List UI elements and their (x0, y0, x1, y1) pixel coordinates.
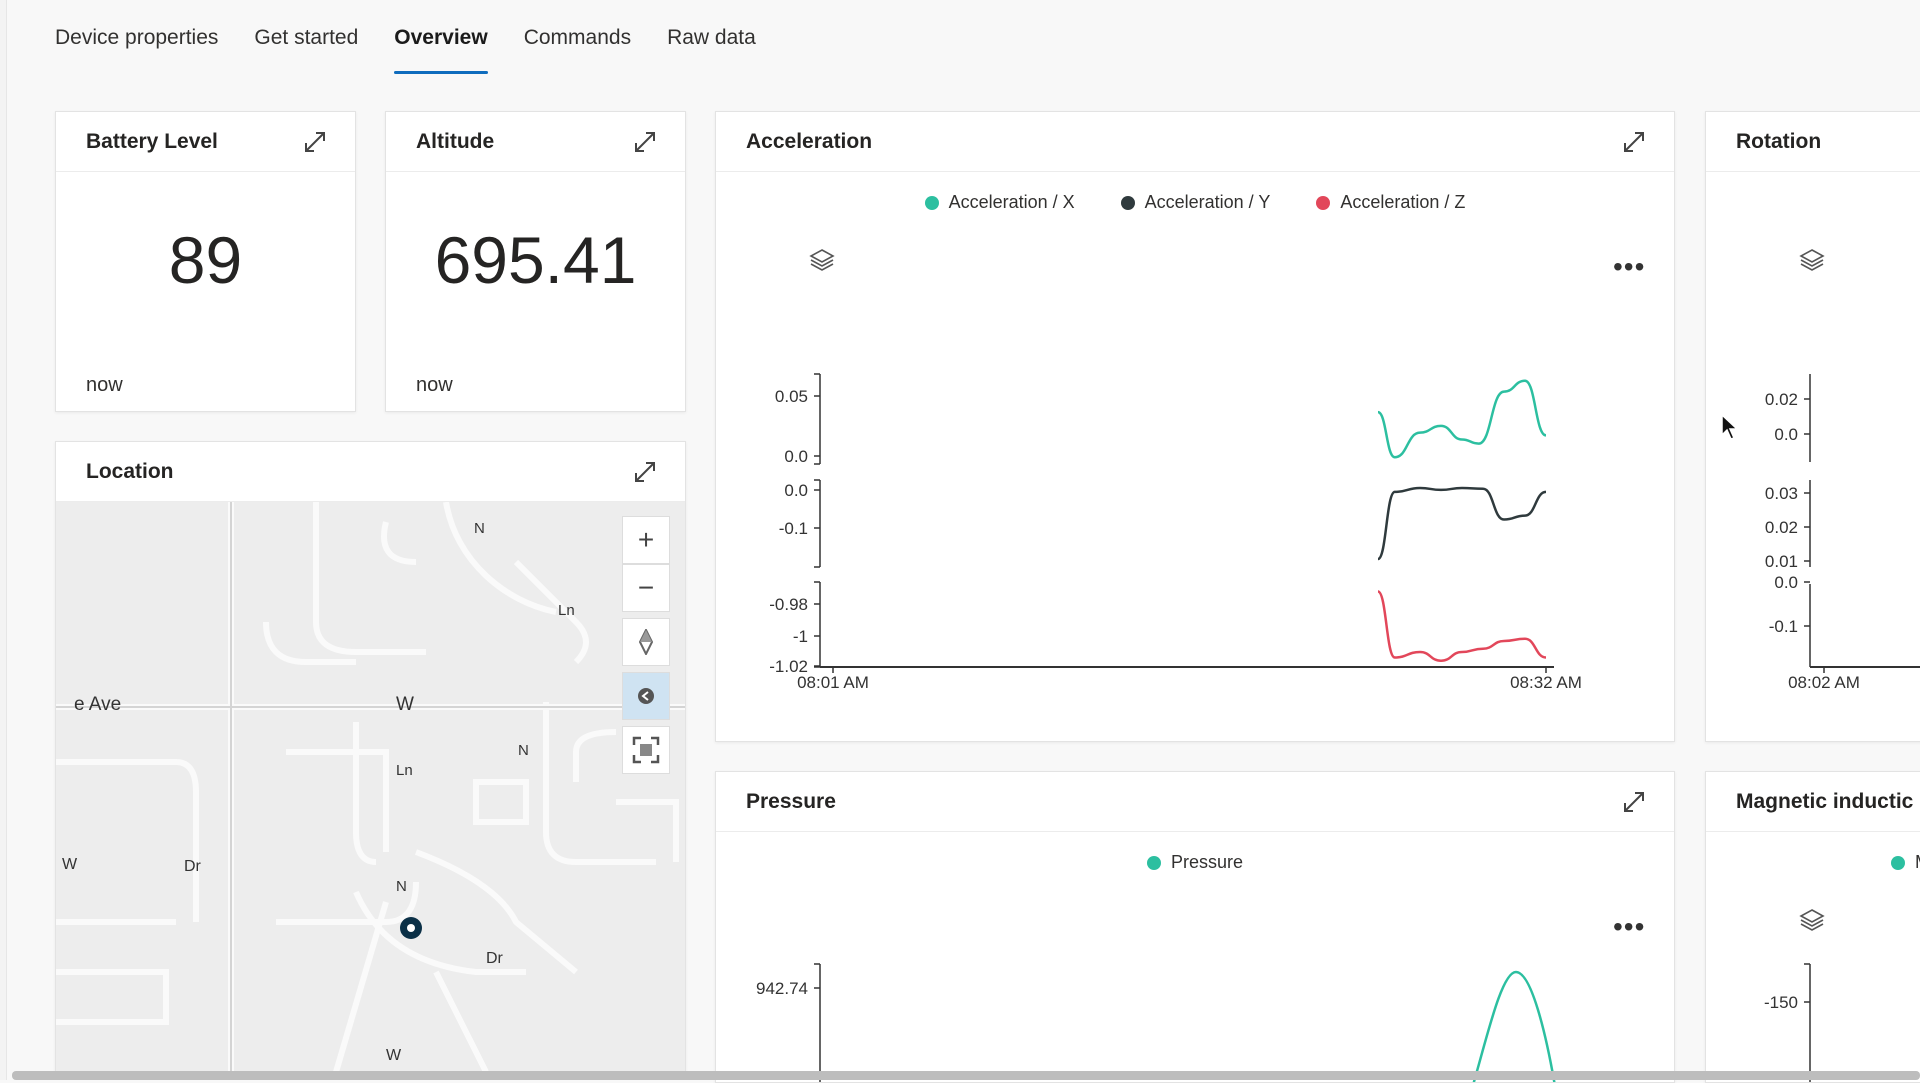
pressure-card: Pressure Pressure ••• 942.74 (715, 771, 1675, 1083)
x-tick-label: 08:32 AM (1510, 673, 1582, 692)
y-tick-label: 0.03 (1765, 484, 1798, 503)
street-label: W (62, 856, 78, 873)
y-tick-label: 0.05 (775, 387, 808, 406)
legend-label: Acceleration / Z (1340, 192, 1466, 212)
kpi-timestamp: now (416, 374, 453, 396)
expand-icon[interactable] (1622, 790, 1646, 814)
expand-icon[interactable] (1622, 130, 1646, 154)
expand-icon[interactable] (633, 460, 657, 484)
acceleration-card: Acceleration Acceleration / X Accelerati… (715, 111, 1675, 742)
street-label: Dr (486, 950, 503, 967)
card-title: Acceleration (746, 129, 873, 153)
expand-icon[interactable] (303, 130, 327, 154)
compass-icon[interactable] (622, 618, 670, 666)
zoom-out-button[interactable]: − (622, 564, 670, 612)
rotation-chart: 0.02 0.0 0.03 0.02 0.01 0.0 -0.1 08:02 AM (1765, 374, 1920, 692)
card-title: Location (86, 459, 174, 483)
street-label: W (396, 694, 414, 715)
horizontal-scrollbar[interactable] (12, 1071, 1920, 1080)
y-tick-label: 0.02 (1765, 518, 1798, 537)
street-label: N (474, 520, 485, 537)
y-tick-label: -0.98 (769, 595, 808, 614)
acceleration-chart: 0.050.00.0-0.1-0.98-1-1.0208:01 AM 08:32 … (769, 373, 1582, 692)
map-roads (56, 501, 685, 1072)
mouse-cursor-icon (1721, 413, 1739, 440)
street-label: Dr (184, 858, 201, 875)
y-tick-label: -150 (1764, 993, 1798, 1012)
card-title: Altitude (416, 129, 495, 153)
legend-dot (924, 195, 939, 210)
series-line (1376, 590, 1547, 663)
tab-device-properties[interactable]: Device properties (55, 0, 218, 72)
series-line (1377, 379, 1547, 459)
y-tick-label: 0.02 (1765, 390, 1798, 409)
y-tick-label: -0.1 (1769, 617, 1798, 636)
zoom-in-button[interactable]: + (622, 516, 670, 564)
street-label: N (518, 742, 529, 759)
legend-dot (1891, 855, 1905, 870)
tab-bar: Device properties Get started Overview C… (55, 0, 792, 74)
tab-raw-data[interactable]: Raw data (667, 0, 756, 72)
y-tick-label: -0.1 (779, 519, 808, 538)
tab-overview[interactable]: Overview (394, 0, 489, 74)
fit-bounds-icon[interactable] (622, 726, 670, 774)
battery-level-card: Battery Level 89 now (55, 111, 356, 412)
street-label: e Ave (74, 694, 122, 715)
tab-commands[interactable]: Commands (524, 0, 631, 72)
series-line (1472, 970, 1556, 1082)
legend-item[interactable]: Pressure (1146, 852, 1244, 873)
y-tick-label: 942.74 (756, 979, 808, 998)
map[interactable]: e Ave W W Dr Dr W N N N Ln Ln + − (56, 501, 685, 1072)
y-tick-label: 0.0 (1774, 425, 1798, 444)
expand-icon[interactable] (633, 130, 657, 154)
y-tick-label: -1 (793, 627, 808, 646)
card-title: Magnetic inductic (1736, 789, 1914, 813)
pressure-chart: 942.74 (756, 963, 1556, 1082)
legend-label: M (1915, 852, 1920, 873)
tab-get-started[interactable]: Get started (254, 0, 358, 72)
map-style-icon[interactable] (622, 672, 670, 720)
legend-dot (1120, 195, 1135, 210)
left-edge (0, 0, 7, 1080)
y-tick-label: 0.0 (784, 481, 808, 500)
magnetic-chart: -150 (1764, 963, 1811, 1082)
y-tick-label: 0.0 (784, 447, 808, 466)
magnetic-induction-card: Magnetic inductic M -150 (1705, 771, 1920, 1083)
chart-legend: Acceleration / X Acceleration / Y Accele… (716, 192, 1674, 213)
kpi-value: 695.41 (434, 223, 637, 297)
y-tick-label: 0.01 (1765, 552, 1798, 571)
legend-item[interactable]: Acceleration / Y (1120, 192, 1271, 213)
street-label: W (386, 1047, 402, 1064)
x-tick-label: 08:02 AM (1788, 673, 1860, 692)
legend-label: Pressure (1170, 852, 1244, 872)
legend-label: Acceleration / X (948, 192, 1075, 212)
legend-item[interactable]: Acceleration / Z (1316, 192, 1465, 213)
y-tick-label: 0.0 (1774, 573, 1798, 592)
kpi-timestamp: now (86, 374, 123, 396)
legend-dot (1146, 855, 1161, 870)
x-tick-label: 08:01 AM (797, 673, 869, 692)
legend-item[interactable]: Acceleration / X (924, 192, 1075, 213)
legend-item[interactable]: M (1891, 852, 1920, 873)
altitude-card: Altitude 695.41 now (385, 111, 686, 412)
series-line (1376, 486, 1547, 561)
kpi-value: 89 (168, 223, 243, 297)
card-title: Battery Level (86, 129, 218, 153)
location-card: Location e Ave W W Dr Dr W N N N Ln Ln +… (55, 441, 686, 1073)
card-title: Rotation (1736, 129, 1822, 153)
street-label: Ln (396, 762, 413, 779)
street-label: N (396, 878, 407, 895)
chart-legend: Pressure (716, 852, 1674, 873)
legend-dot (1316, 195, 1331, 210)
street-label: Ln (558, 602, 575, 619)
card-title: Pressure (746, 789, 836, 813)
legend-label: Acceleration / Y (1144, 192, 1271, 212)
